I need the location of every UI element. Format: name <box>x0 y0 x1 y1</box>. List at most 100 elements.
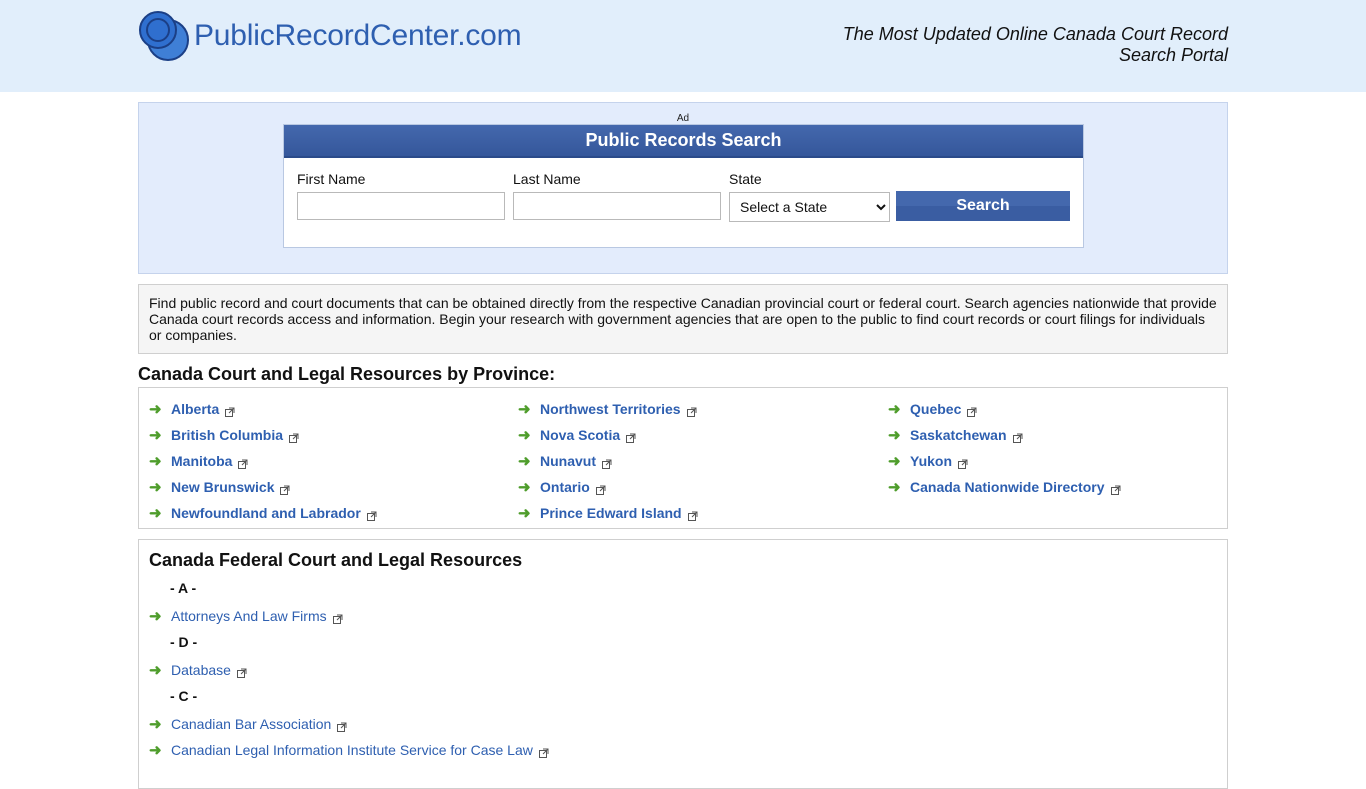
province-item: ➜ Canada Nationwide Directory <box>888 474 1121 500</box>
state-field: State Select a State <box>729 171 890 222</box>
province-item: ➜ Saskatchewan <box>888 422 1121 448</box>
province-column-2: ➜ Northwest Territories ➜ Nova Scotia ➜ Nun… <box>518 396 698 526</box>
logo-circles-icon <box>138 10 190 62</box>
province-heading: Canada Court and Legal Resources by Prov… <box>138 364 556 384</box>
letter-heading-a: - A - <box>170 580 197 596</box>
right-arrow-icon: ➜ <box>149 742 162 759</box>
federal-item: ➜ Canadian Bar Association <box>149 711 1217 737</box>
province-link-new-brunswick[interactable]: New Brunswick <box>171 479 274 495</box>
province-item: ➜ Ontario <box>518 474 698 500</box>
external-link-icon <box>602 456 612 469</box>
right-arrow-icon: ➜ <box>518 453 531 470</box>
right-arrow-icon: ➜ <box>149 716 162 733</box>
site-tagline: The Most Updated Online Canada Court Rec… <box>842 24 1228 65</box>
ad-search-box: Ad Public Records Search First Name Last… <box>138 102 1228 274</box>
province-link-ontario[interactable]: Ontario <box>540 479 590 495</box>
first-name-field: First Name <box>297 171 505 220</box>
right-arrow-icon: ➜ <box>149 505 162 522</box>
external-link-icon <box>958 456 968 469</box>
right-arrow-icon: ➜ <box>149 662 162 679</box>
province-link-northwest-territories[interactable]: Northwest Territories <box>540 401 681 417</box>
right-arrow-icon: ➜ <box>888 453 901 470</box>
province-item: ➜ Nova Scotia <box>518 422 698 448</box>
external-link-icon <box>626 430 636 443</box>
letter-heading-c: - C - <box>170 688 198 704</box>
province-link-canada-nationwide[interactable]: Canada Nationwide Directory <box>910 479 1105 495</box>
right-arrow-icon: ➜ <box>518 401 531 418</box>
right-arrow-icon: ➜ <box>149 453 162 470</box>
federal-item: ➜ Database <box>149 657 1217 683</box>
search-button[interactable]: Search <box>896 191 1070 221</box>
province-links-box: ➜ Alberta ➜ British Columbia ➜ Manitoba ➜ Ne… <box>138 387 1228 529</box>
province-item: ➜ Yukon <box>888 448 1121 474</box>
right-arrow-icon: ➜ <box>518 505 531 522</box>
right-arrow-icon: ➜ <box>888 401 901 418</box>
ad-label: Ad <box>676 113 690 124</box>
province-link-quebec[interactable]: Quebec <box>910 401 961 417</box>
province-item: ➜ Alberta <box>149 396 377 422</box>
state-label: State <box>729 171 762 187</box>
last-name-input[interactable] <box>513 192 721 220</box>
federal-link-attorneys[interactable]: Attorneys And Law Firms <box>171 608 327 624</box>
province-link-manitoba[interactable]: Manitoba <box>171 453 232 469</box>
last-name-label: Last Name <box>513 171 581 187</box>
federal-item: ➜ Attorneys And Law Firms <box>149 603 1217 629</box>
province-link-saskatchewan[interactable]: Saskatchewan <box>910 427 1007 443</box>
external-link-icon <box>687 508 698 521</box>
external-link-icon <box>332 611 343 624</box>
right-arrow-icon: ➜ <box>149 608 162 625</box>
external-link-icon <box>686 404 697 417</box>
province-link-nova-scotia[interactable]: Nova Scotia <box>540 427 620 443</box>
external-link-icon <box>280 482 290 495</box>
province-link-yukon[interactable]: Yukon <box>910 453 952 469</box>
province-item: ➜ Quebec <box>888 396 1121 422</box>
last-name-field: Last Name <box>513 171 721 220</box>
federal-link-database[interactable]: Database <box>171 662 231 678</box>
right-arrow-icon: ➜ <box>149 401 162 418</box>
province-link-newfoundland[interactable]: Newfoundland and Labrador <box>171 505 361 521</box>
external-link-icon <box>289 430 299 443</box>
province-item: ➜ Newfoundland and Labrador <box>149 500 377 526</box>
external-link-icon <box>366 508 377 521</box>
right-arrow-icon: ➜ <box>888 427 901 444</box>
search-title: Public Records Search <box>284 125 1083 158</box>
province-link-alberta[interactable]: Alberta <box>171 401 219 417</box>
intro-text: Find public record and court documents t… <box>138 284 1228 354</box>
external-link-icon <box>337 719 347 732</box>
first-name-label: First Name <box>297 171 366 187</box>
right-arrow-icon: ➜ <box>518 479 531 496</box>
right-arrow-icon: ➜ <box>518 427 531 444</box>
right-arrow-icon: ➜ <box>888 479 901 496</box>
province-item: ➜ Manitoba <box>149 448 377 474</box>
external-link-icon <box>236 665 247 678</box>
logo-text: PublicRecordCenter.com <box>194 19 522 52</box>
federal-link-canlii[interactable]: Canadian Legal Information Institute Ser… <box>171 742 533 758</box>
province-item: ➜ New Brunswick <box>149 474 377 500</box>
federal-resources-box: Canada Federal Court and Legal Resources… <box>138 539 1228 789</box>
external-link-icon <box>1012 430 1023 443</box>
external-link-icon <box>538 745 549 758</box>
external-link-icon <box>225 404 235 417</box>
federal-link-canadian-bar[interactable]: Canadian Bar Association <box>171 716 331 732</box>
external-link-icon <box>967 404 977 417</box>
province-item: ➜ Northwest Territories <box>518 396 698 422</box>
first-name-input[interactable] <box>297 192 505 220</box>
letter-heading-d: - D - <box>170 634 198 650</box>
state-select[interactable]: Select a State <box>729 192 890 222</box>
province-link-nunavut[interactable]: Nunavut <box>540 453 596 469</box>
external-link-icon <box>595 482 606 495</box>
province-column-1: ➜ Alberta ➜ British Columbia ➜ Manitoba ➜ Ne… <box>149 396 377 526</box>
right-arrow-icon: ➜ <box>149 427 162 444</box>
external-link-icon <box>238 456 248 469</box>
province-item: ➜ Prince Edward Island <box>518 500 698 526</box>
federal-item: ➜ Canadian Legal Information Institute Se… <box>149 737 1217 763</box>
province-item: ➜ British Columbia <box>149 422 377 448</box>
federal-title: Canada Federal Court and Legal Resources <box>149 550 523 570</box>
province-column-3: ➜ Quebec ➜ Saskatchewan ➜ Yukon ➜ Canada Nat… <box>888 396 1121 500</box>
site-header: PublicRecordCenter.com The Most Updated … <box>0 0 1366 92</box>
site-logo[interactable]: PublicRecordCenter.com <box>138 10 522 62</box>
province-link-british-columbia[interactable]: British Columbia <box>171 427 283 443</box>
right-arrow-icon: ➜ <box>149 479 162 496</box>
province-link-prince-edward-island[interactable]: Prince Edward Island <box>540 505 682 521</box>
search-panel: Public Records Search First Name Last Na… <box>283 124 1084 248</box>
